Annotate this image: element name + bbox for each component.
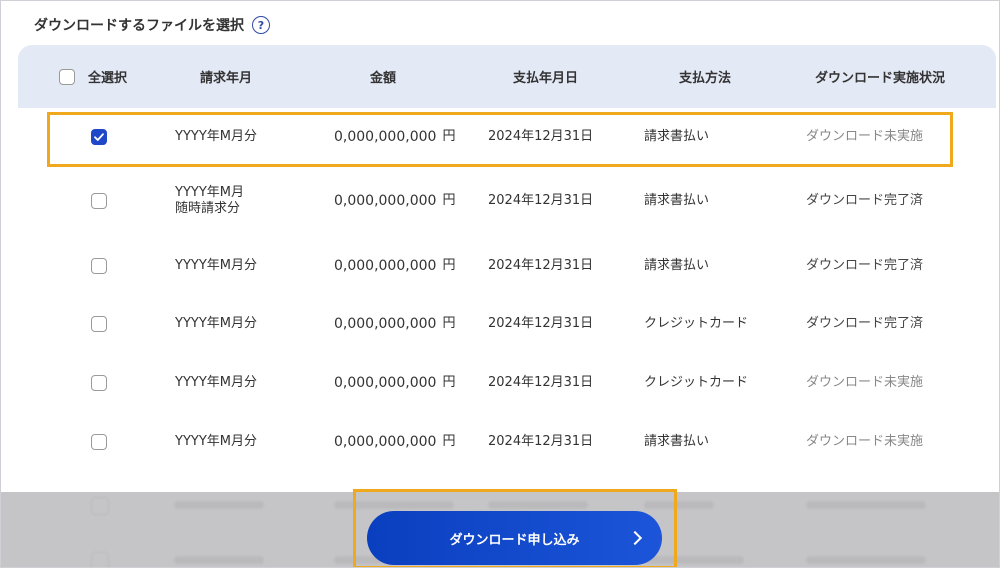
payment-date: 2024年12月31日	[488, 129, 594, 144]
download-request-button[interactable]: ダウンロード申し込み	[367, 511, 662, 565]
download-status: ダウンロード完了済	[806, 193, 924, 208]
billing-month-cell: YYYY年M月分	[175, 237, 257, 295]
row-checkbox[interactable]	[91, 375, 107, 391]
currency-unit: 円	[442, 434, 456, 449]
row-checkbox-cell	[91, 108, 107, 166]
amount-cell: 0,000,000,000 円	[334, 354, 455, 412]
chevron-right-icon	[627, 530, 643, 546]
select-all-label: 全選択	[88, 71, 128, 86]
download-status: ダウンロード完了済	[806, 258, 924, 273]
column-header-payment-method: 支払方法	[679, 71, 732, 86]
billing-month: YYYY年M月分	[175, 258, 257, 273]
amount-cell: 0,000,000,000 円	[334, 295, 455, 353]
download-status: ダウンロード未実施	[806, 129, 924, 144]
billing-month: YYYY年M月	[175, 185, 244, 200]
section-title: ダウンロードするファイルを選択	[34, 18, 244, 34]
currency-unit: 円	[442, 316, 456, 331]
currency-unit: 円	[442, 129, 456, 144]
column-header-amount: 金額	[370, 71, 397, 86]
row-checkbox-cell	[91, 413, 107, 471]
amount-cell: 0,000,000,000 円	[334, 172, 455, 230]
payment-method: 請求書払い	[644, 193, 710, 208]
billing-month: YYYY年M月分	[175, 434, 257, 449]
billing-month: YYYY年M月分	[175, 316, 257, 331]
column-header-billing-month: 請求年月	[200, 71, 253, 86]
payment-method: クレジットカード	[644, 375, 749, 390]
row-checkbox[interactable]	[91, 193, 107, 209]
amount-value: 0,000,000,000	[334, 258, 437, 274]
currency-unit: 円	[442, 193, 456, 208]
row-checkbox[interactable]	[91, 316, 107, 332]
billing-month-cell: YYYY年M月分	[175, 413, 257, 471]
download-status: ダウンロード未実施	[806, 375, 924, 390]
table-row[interactable]: YYYY年M月 随時請求分 0,000,000,000 円 2024年12月31日 請求書…	[18, 172, 996, 230]
payment-method: 請求書払い	[644, 258, 710, 273]
section-header: ダウンロードするファイルを選択 ?	[34, 14, 270, 36]
download-status: ダウンロード完了済	[806, 316, 924, 331]
currency-unit: 円	[442, 375, 456, 390]
billing-month: YYYY年M月分	[175, 375, 257, 390]
table-row[interactable]: YYYY年M月分 0,000,000,000 円 2024年12月31日 請求書払い ダウ…	[18, 237, 996, 295]
payment-method: クレジットカード	[644, 316, 749, 331]
billing-month-note: 随時請求分	[175, 201, 241, 216]
amount-value: 0,000,000,000	[334, 193, 437, 209]
payment-date: 2024年12月31日	[488, 258, 594, 273]
download-status: ダウンロード未実施	[806, 434, 924, 449]
amount-value: 0,000,000,000	[334, 316, 437, 332]
row-checkbox-cell	[91, 172, 107, 230]
download-request-label: ダウンロード申し込み	[449, 532, 580, 548]
billing-month-cell: YYYY年M月分	[175, 295, 257, 353]
payment-method: 請求書払い	[644, 434, 710, 449]
select-all-checkbox[interactable]	[59, 68, 75, 85]
payment-date: 2024年12月31日	[488, 434, 594, 449]
billing-month: YYYY年M月分	[175, 129, 257, 144]
currency-unit: 円	[442, 258, 456, 273]
payment-date: 2024年12月31日	[488, 316, 594, 331]
amount-cell: 0,000,000,000 円	[334, 108, 455, 166]
row-checkbox[interactable]	[91, 434, 107, 450]
billing-month-cell: YYYY年M月分	[175, 108, 257, 166]
question-circle-icon[interactable]: ?	[252, 16, 270, 34]
table-row[interactable]: YYYY年M月分 0,000,000,000 円 2024年12月31日 請求書払い ダウ…	[18, 108, 996, 166]
table-row[interactable]: YYYY年M月分 0,000,000,000 円 2024年12月31日 請求書払い ダウ…	[18, 413, 996, 471]
table-header: 全選択 請求年月 金額 支払年月日 支払方法 ダウンロード実施状況	[18, 45, 996, 108]
row-checkbox-cell	[91, 237, 107, 295]
row-checkbox[interactable]	[91, 129, 107, 145]
billing-month-cell: YYYY年M月 随時請求分	[175, 172, 244, 230]
table-row[interactable]: YYYY年M月分 0,000,000,000 円 2024年12月31日 クレジットカー…	[18, 354, 996, 412]
select-all[interactable]: 全選択	[59, 45, 127, 108]
column-header-payment-date: 支払年月日	[513, 71, 579, 86]
amount-cell: 0,000,000,000 円	[334, 413, 455, 471]
row-checkbox-cell	[91, 354, 107, 412]
amount-value: 0,000,000,000	[334, 375, 437, 391]
billing-month-cell: YYYY年M月分	[175, 354, 257, 412]
download-selection-panel: ダウンロードするファイルを選択 ? 全選択 請求年月 金額 支払年月日 支払方法…	[0, 0, 1000, 568]
row-checkbox-cell	[91, 295, 107, 353]
amount-cell: 0,000,000,000 円	[334, 237, 455, 295]
table-row[interactable]: YYYY年M月分 0,000,000,000 円 2024年12月31日 クレジットカー…	[18, 295, 996, 353]
payment-date: 2024年12月31日	[488, 375, 594, 390]
amount-value: 0,000,000,000	[334, 129, 437, 145]
payment-date: 2024年12月31日	[488, 193, 594, 208]
column-header-download-status: ダウンロード実施状況	[815, 71, 946, 86]
row-checkbox[interactable]	[91, 258, 107, 274]
amount-value: 0,000,000,000	[334, 434, 437, 450]
payment-method: 請求書払い	[644, 129, 710, 144]
checkmark-icon	[94, 133, 104, 141]
